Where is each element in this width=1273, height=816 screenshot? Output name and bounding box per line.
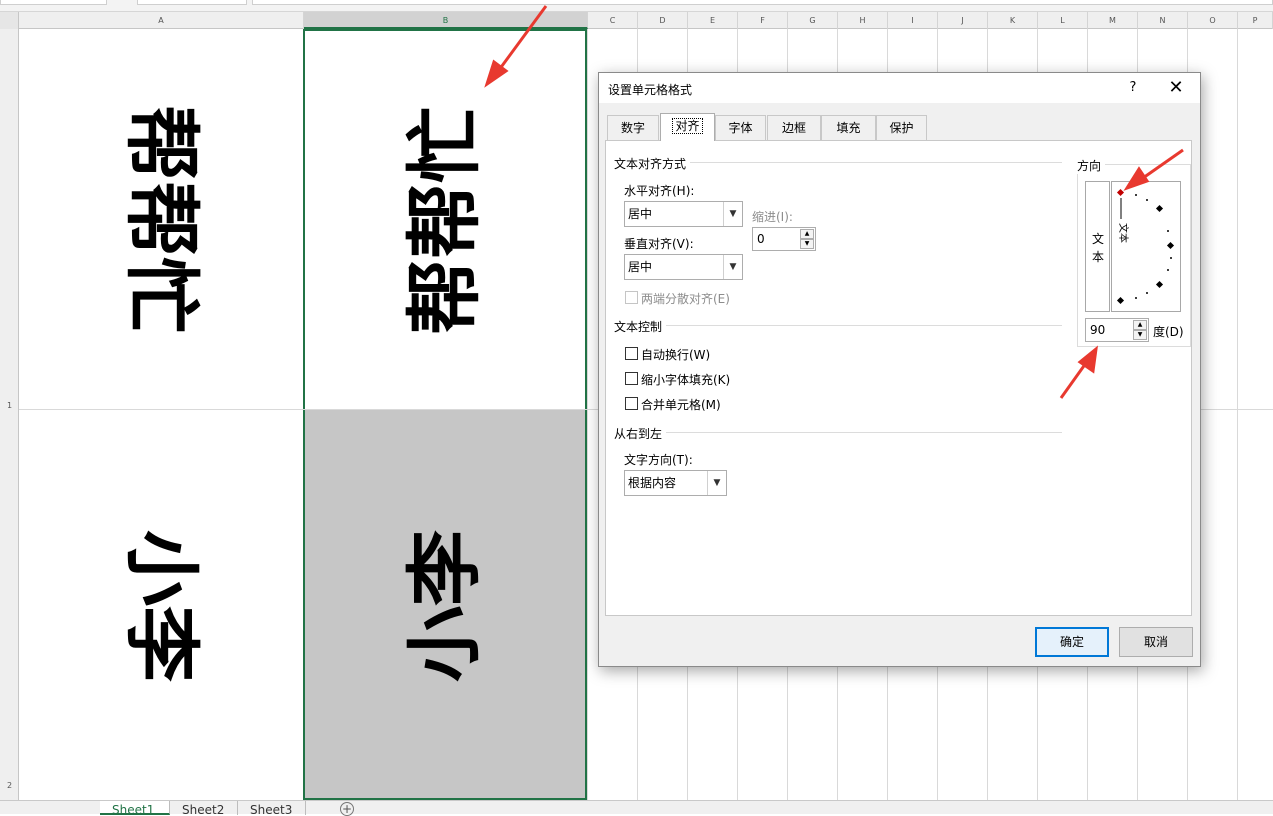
cell-a2-text: 小李: [117, 530, 206, 682]
tab-protection[interactable]: 保护: [876, 115, 927, 140]
sheet-tab-sheet2[interactable]: Sheet2: [170, 801, 238, 815]
format-cells-dialog: 设置单元格格式 ? ✕ 数字 对齐 字体 边框 填充 保护 文本对齐方式 水平对…: [598, 72, 1201, 667]
shrink-to-fit-label: 缩小字体填充(K): [641, 373, 731, 387]
dialog-title-bar[interactable]: 设置单元格格式 ? ✕: [599, 73, 1200, 103]
vertical-align-select[interactable]: 居中 ▼: [624, 254, 743, 280]
close-icon[interactable]: ✕: [1165, 77, 1187, 99]
alignment-panel: 文本对齐方式 水平对齐(H): 居中 ▼ 缩进(I): 0 ▲ ▼ 垂直对齐(V…: [605, 140, 1192, 616]
spin-up-icon[interactable]: ▲: [800, 229, 814, 239]
ok-button[interactable]: 确定: [1035, 627, 1109, 657]
section-orientation: 方向: [1077, 157, 1106, 174]
orientation-dial[interactable]: 文本: [1111, 181, 1181, 312]
sheet-tab-sheet3[interactable]: Sheet3: [238, 801, 306, 815]
cell-b2[interactable]: 小李: [303, 410, 587, 800]
name-box[interactable]: [0, 0, 107, 5]
merge-cells-checkbox[interactable]: [625, 397, 638, 410]
spin-up-icon[interactable]: ▲: [1133, 320, 1147, 330]
text-direction-label: 文字方向(T):: [624, 453, 693, 467]
chevron-down-icon: ▼: [707, 471, 726, 495]
row-header-2[interactable]: 2: [0, 781, 19, 790]
wrap-text-checkbox[interactable]: [625, 347, 638, 360]
shrink-to-fit-checkbox[interactable]: [625, 372, 638, 385]
cell-b1[interactable]: 帮帮忙: [303, 29, 587, 409]
section-text-control: 文本控制: [614, 318, 667, 335]
column-header-i[interactable]: I: [888, 12, 938, 29]
column-header-a[interactable]: A: [19, 12, 304, 29]
column-header-n[interactable]: N: [1138, 12, 1188, 29]
cell-a1-text: 帮帮忙: [117, 105, 206, 333]
column-header-g[interactable]: G: [788, 12, 838, 29]
dialog-title: 设置单元格格式: [608, 83, 693, 97]
chevron-down-icon: ▼: [723, 202, 742, 226]
text-direction-select[interactable]: 根据内容 ▼: [624, 470, 727, 496]
wrap-text-label: 自动换行(W): [641, 348, 711, 362]
tab-number[interactable]: 数字: [607, 115, 659, 140]
formula-input[interactable]: [252, 0, 1273, 5]
select-all-corner[interactable]: [0, 12, 19, 29]
degrees-spinner[interactable]: 90 ▲ ▼: [1085, 318, 1149, 342]
sheet-tab-sheet1[interactable]: Sheet1: [100, 801, 170, 815]
formula-bar-controls[interactable]: [137, 0, 247, 5]
merge-cells-label: 合并单元格(M): [641, 398, 721, 412]
tab-fill[interactable]: 填充: [821, 115, 876, 140]
dial-text: 文本: [1117, 223, 1128, 243]
help-icon[interactable]: ?: [1123, 78, 1143, 98]
cell-a1[interactable]: 帮帮忙: [19, 29, 303, 409]
horizontal-align-label: 水平对齐(H):: [624, 184, 695, 198]
tab-alignment[interactable]: 对齐: [660, 113, 715, 141]
indent-spinner[interactable]: 0 ▲ ▼: [752, 227, 816, 251]
sheet-tab-bar: Sheet1 Sheet2 Sheet3 +: [0, 800, 1273, 816]
column-header-b[interactable]: B: [304, 12, 588, 29]
distributed-checkbox[interactable]: [625, 291, 638, 304]
section-right-to-left: 从右到左: [614, 425, 667, 442]
vertical-text-button[interactable]: 文本: [1085, 181, 1110, 312]
tab-border[interactable]: 边框: [767, 115, 821, 140]
spin-down-icon[interactable]: ▼: [1133, 330, 1147, 340]
distributed-label: 两端分散对齐(E): [641, 292, 730, 306]
tab-font[interactable]: 字体: [715, 115, 766, 140]
row-header-bar: 1 2: [0, 29, 19, 800]
horizontal-align-select[interactable]: 居中 ▼: [624, 201, 743, 227]
column-header-j[interactable]: J: [938, 12, 988, 29]
spin-down-icon[interactable]: ▼: [800, 239, 814, 249]
column-header-h[interactable]: H: [838, 12, 888, 29]
formula-bar: [0, 0, 1273, 12]
cancel-button[interactable]: 取消: [1119, 627, 1193, 657]
vertical-align-label: 垂直对齐(V):: [624, 237, 694, 251]
column-header-bar: A B C D E F G H I J K L M N O P: [0, 12, 1273, 29]
chevron-down-icon: ▼: [723, 255, 742, 279]
degrees-label: 度(D): [1153, 325, 1184, 339]
section-text-alignment: 文本对齐方式: [614, 155, 691, 172]
column-header-c[interactable]: C: [588, 12, 638, 29]
column-header-f[interactable]: F: [738, 12, 788, 29]
cell-b1-text: 帮帮忙: [400, 107, 489, 335]
column-header-o[interactable]: O: [1188, 12, 1238, 29]
indent-label: 缩进(I):: [752, 210, 793, 224]
orientation-dial-icon: [1116, 188, 1175, 305]
column-header-k[interactable]: K: [988, 12, 1038, 29]
column-header-e[interactable]: E: [688, 12, 738, 29]
cell-b2-text: 小李: [400, 530, 489, 682]
column-header-m[interactable]: M: [1088, 12, 1138, 29]
column-header-l[interactable]: L: [1038, 12, 1088, 29]
column-header-d[interactable]: D: [638, 12, 688, 29]
orientation-group: 方向 文本 文本 90 ▲ ▼ 度(D): [1077, 157, 1191, 347]
column-header-p[interactable]: P: [1238, 12, 1273, 29]
row-header-1[interactable]: 1: [0, 401, 19, 410]
cell-a2[interactable]: 小李: [19, 410, 303, 800]
